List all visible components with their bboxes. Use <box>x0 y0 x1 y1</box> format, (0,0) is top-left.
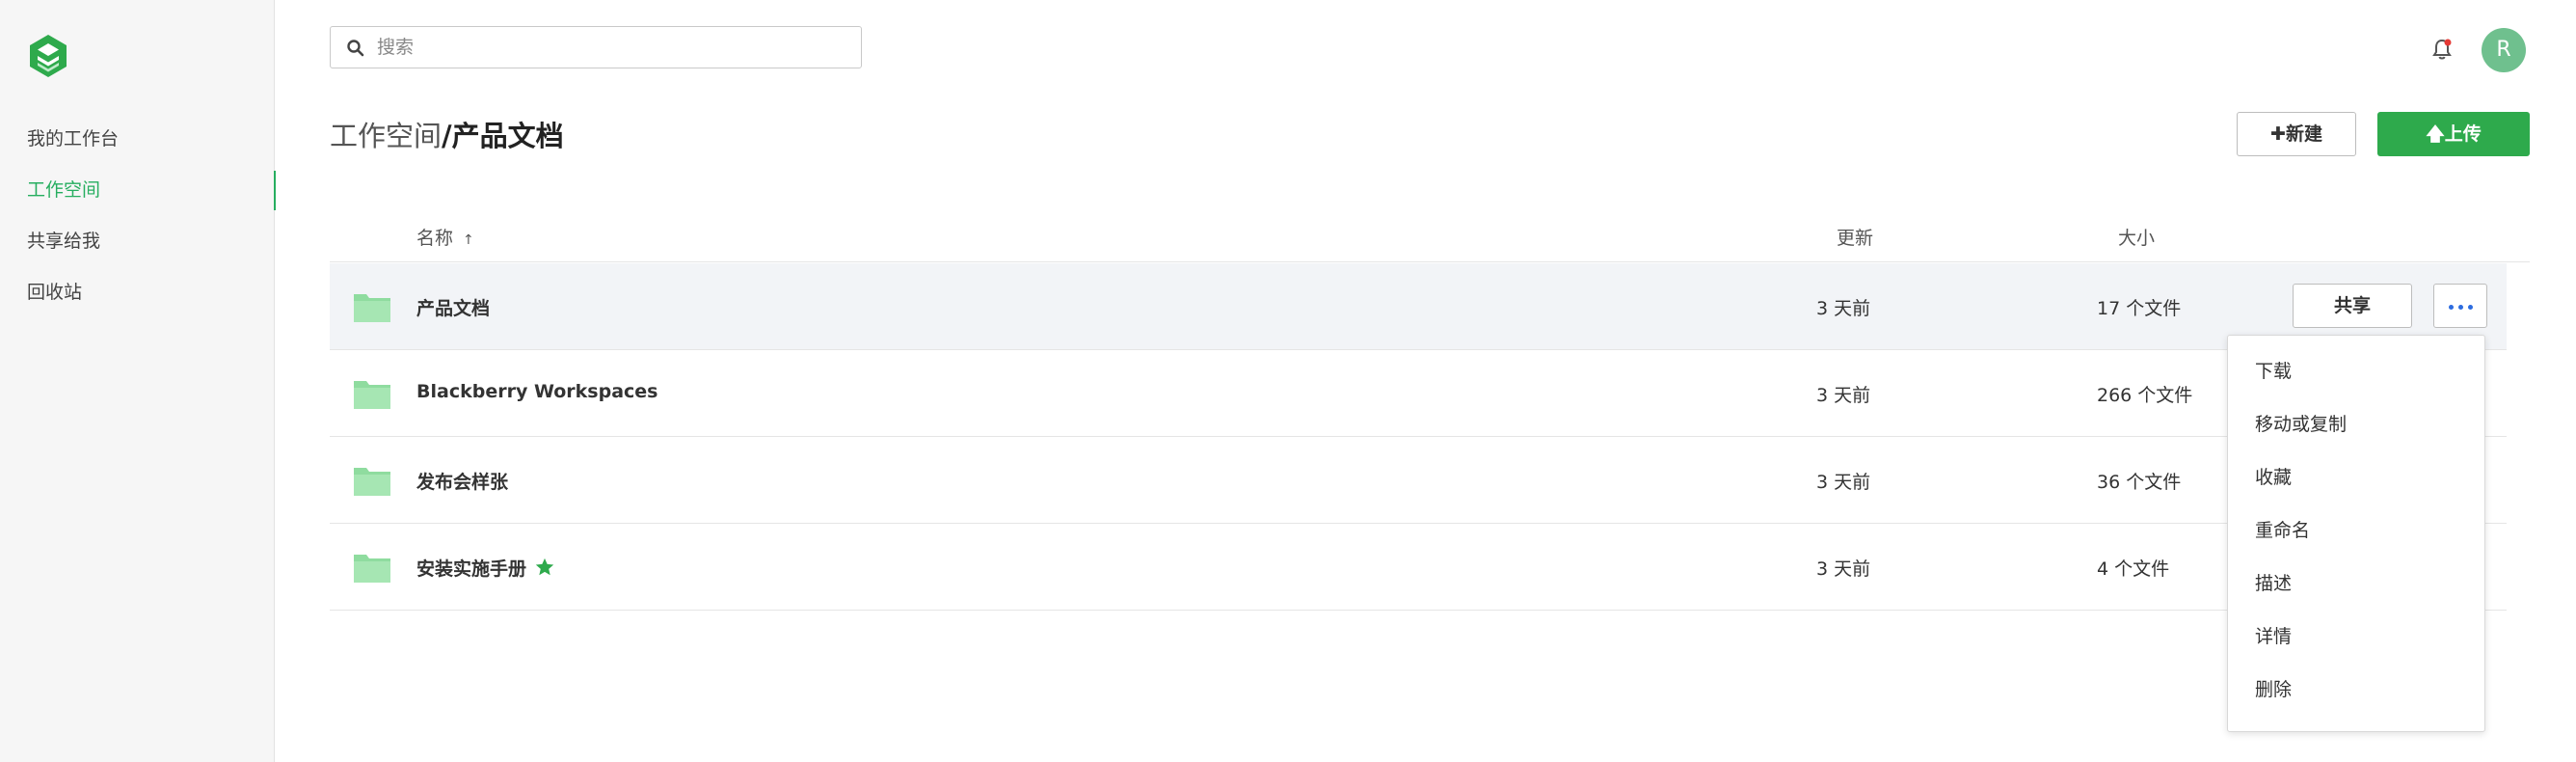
more-dot <box>2468 305 2473 310</box>
file-name[interactable]: 发布会样张 <box>416 468 508 494</box>
folder-icon <box>354 555 390 583</box>
folder-icon <box>354 468 390 496</box>
sidebar-item-workspaces[interactable]: 工作空间 <box>0 165 276 216</box>
bell-icon[interactable] <box>2428 35 2456 64</box>
file-updated: 3 天前 <box>1816 298 1871 319</box>
breadcrumb-current: 产品文档 <box>451 120 564 152</box>
menu-item-rename[interactable]: 重命名 <box>2228 510 2484 563</box>
file-name[interactable]: Blackberry Workspaces <box>416 381 657 402</box>
table-row[interactable]: 产品文档 3 天前 17 个文件 共享 <box>330 263 2507 350</box>
folder-icon <box>354 294 390 322</box>
file-size: 4 个文件 <box>2097 558 2170 580</box>
file-size: 36 个文件 <box>2097 472 2182 493</box>
new-button-label: 新建 <box>2285 123 2322 145</box>
menu-item-description[interactable]: 描述 <box>2228 563 2484 616</box>
column-header-name-label: 名称 <box>416 228 454 249</box>
table-header: 名称 ↑ 更新 大小 <box>330 214 2530 262</box>
breadcrumb-separator: / <box>442 120 452 152</box>
page-title: 工作空间/产品文档 <box>330 114 564 154</box>
upload-button[interactable]: 🡅上传 <box>2377 112 2530 156</box>
more-dots-icon <box>2449 305 2454 310</box>
search-icon <box>347 40 364 57</box>
share-button[interactable]: 共享 <box>2293 284 2412 328</box>
file-updated: 3 天前 <box>1816 472 1871 493</box>
more-actions-button[interactable] <box>2433 284 2487 328</box>
file-updated: 3 天前 <box>1816 385 1871 406</box>
column-header-updated[interactable]: 更新 <box>1837 224 1873 250</box>
file-size: 266 个文件 <box>2097 385 2193 406</box>
new-button[interactable]: ✚新建 <box>2237 112 2356 156</box>
upload-button-label: 上传 <box>2444 123 2482 145</box>
sidebar-nav: 我的工作台 工作空间 共享给我 回收站 <box>0 114 276 318</box>
plus-icon: ✚ <box>2270 123 2286 145</box>
menu-item-favorite[interactable]: 收藏 <box>2228 457 2484 510</box>
sort-up-arrow-icon[interactable]: ↑ <box>463 232 474 248</box>
file-size: 17 个文件 <box>2097 298 2182 319</box>
sidebar-item-recycle-bin[interactable]: 回收站 <box>0 267 275 318</box>
upload-arrow-icon: 🡅 <box>2426 123 2445 145</box>
more-actions-menu: 下载 移动或复制 收藏 重命名 描述 详情 删除 <box>2227 335 2485 732</box>
table-row[interactable]: 安装实施手册 3 天前 4 个文件 <box>330 524 2507 611</box>
breadcrumb-parent[interactable]: 工作空间 <box>330 120 442 152</box>
file-name[interactable]: 产品文档 <box>416 294 490 320</box>
table-row[interactable]: 发布会样张 3 天前 36 个文件 <box>330 437 2507 524</box>
file-updated: 3 天前 <box>1816 558 1871 580</box>
column-header-name[interactable]: 名称 ↑ <box>416 224 474 250</box>
search-input[interactable] <box>377 33 849 62</box>
more-dot <box>2458 305 2463 310</box>
table-row[interactable]: Blackberry Workspaces 3 天前 266 个文件 <box>330 350 2507 437</box>
sidebar: 我的工作台 工作空间 共享给我 回收站 <box>0 0 276 762</box>
menu-item-download[interactable]: 下载 <box>2228 351 2484 404</box>
notification-badge <box>2444 39 2452 46</box>
sidebar-item-shared-with-me[interactable]: 共享给我 <box>0 216 275 267</box>
menu-item-details[interactable]: 详情 <box>2228 616 2484 669</box>
file-name[interactable]: 安装实施手册 <box>416 558 526 580</box>
star-icon[interactable] <box>534 557 555 578</box>
column-header-size[interactable]: 大小 <box>2118 224 2155 250</box>
search-box[interactable] <box>330 26 862 68</box>
sidebar-item-my-workbench[interactable]: 我的工作台 <box>0 114 275 165</box>
app-logo-icon[interactable] <box>27 33 69 79</box>
menu-item-move-or-copy[interactable]: 移动或复制 <box>2228 404 2484 457</box>
avatar[interactable]: R <box>2482 28 2526 72</box>
file-name-cell: 安装实施手册 <box>416 555 555 581</box>
menu-item-delete[interactable]: 删除 <box>2228 669 2484 722</box>
folder-icon <box>354 381 390 409</box>
